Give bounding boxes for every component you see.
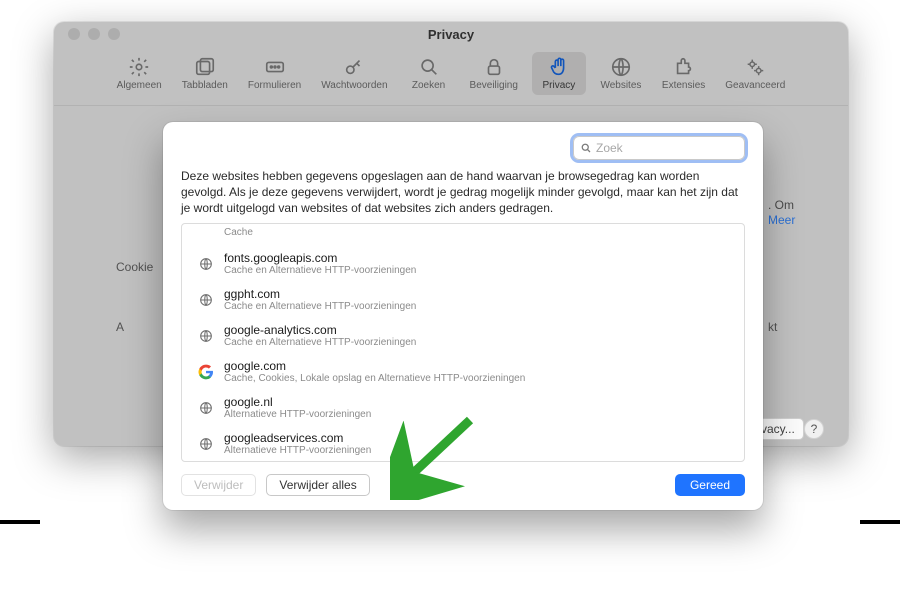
list-item[interactable]: google-analytics.comCache en Alternatiev… [182,318,744,354]
site-name: google.nl [224,395,371,409]
google-icon [198,364,214,380]
edge-tick-left [0,520,40,524]
list-item[interactable]: google.nlAlternatieve HTTP-voorzieningen [182,390,744,426]
edge-tick-right [860,520,900,524]
bg-text-kt: kt [768,320,777,334]
site-name: google-analytics.com [224,323,416,337]
search-icon [580,142,592,154]
globe-icon [198,328,214,344]
globe-icon [198,292,214,308]
website-data-sheet: Deze websites hebben gegevens opgeslagen… [163,122,763,510]
remove-button[interactable]: Verwijder [181,474,256,496]
site-detail: Alternatieve HTTP-voorzieningen [224,445,371,456]
globe-icon [198,436,214,452]
list-item[interactable]: fonts.googleapis.comCache en Alternatiev… [182,246,744,282]
site-name: ggpht.com [224,287,416,301]
bg-text-om: . Om [768,198,794,212]
globe-icon [198,400,214,416]
site-detail: Alternatieve HTTP-voorzieningen [224,409,371,420]
list-item[interactable]: ggpht.comCache en Alternatieve HTTP-voor… [182,282,744,318]
site-detail: Cache en Alternatieve HTTP-voorzieningen [224,337,416,348]
site-name: fonts.googleapis.com [224,251,416,265]
search-field[interactable] [573,136,745,160]
site-detail: Cache en Alternatieve HTTP-voorzieningen [224,265,416,276]
bg-text-cookies: Cookie [116,260,153,274]
list-item[interactable]: google.comCache, Cookies, Lokale opslag … [182,354,744,390]
globe-icon [198,256,214,272]
sheet-description: Deze websites hebben gegevens opgeslagen… [181,168,745,217]
search-input[interactable] [596,141,738,155]
done-button[interactable]: Gereed [675,474,745,496]
site-detail: Cache [224,227,253,238]
help-button[interactable]: ? [804,419,824,439]
list-item-partial[interactable]: Cache [182,224,744,246]
site-name: googleadservices.com [224,431,371,445]
list-item[interactable]: googleadservices.comAlternatieve HTTP-vo… [182,426,744,461]
site-detail: Cache en Alternatieve HTTP-voorzieningen [224,301,416,312]
remove-all-button[interactable]: Verwijder alles [266,474,369,496]
bg-text-a: A [116,320,124,334]
site-name: google.com [224,359,525,373]
bg-text-meer: Meer [768,213,795,227]
site-detail: Cache, Cookies, Lokale opslag en Alterna… [224,373,525,384]
website-list[interactable]: Cachefonts.googleapis.comCache en Altern… [181,223,745,462]
